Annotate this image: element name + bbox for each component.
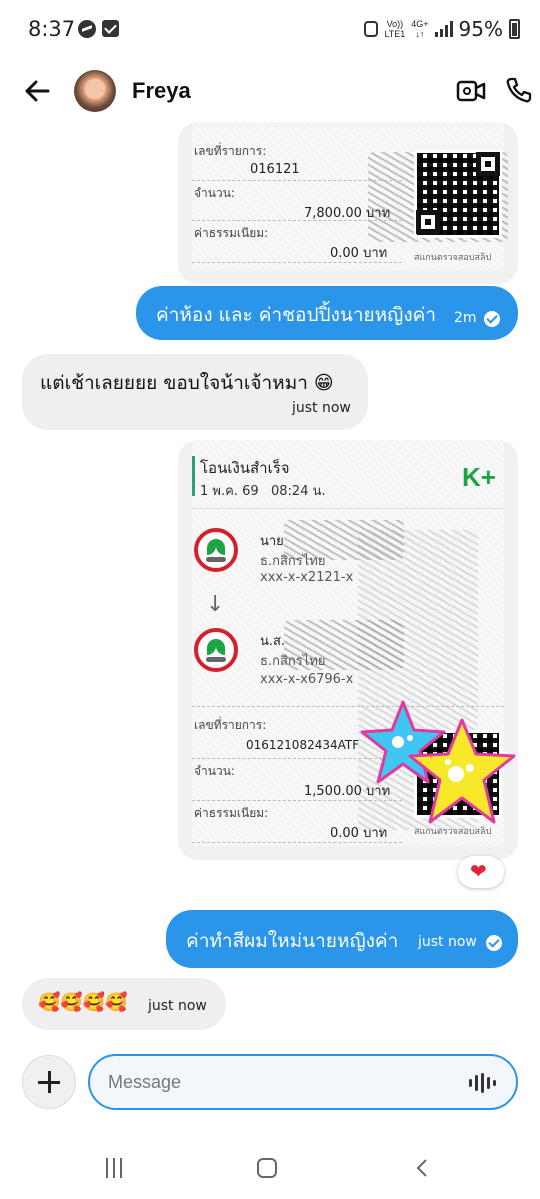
slip-fee-value: 0.00 บาท	[330, 826, 388, 841]
slip-fee-label: ค่าธรรมเนียม:	[194, 226, 269, 240]
transfer-slip-image[interactable]: โอนเงินสำเร็จ 1 พ.ค. 69 08:24 น. K+ นาย …	[178, 440, 518, 860]
message-time: 2m	[454, 310, 477, 326]
message-time: just now	[148, 998, 207, 1014]
slip-fee-label: ค่าธรรมเนียม:	[194, 806, 269, 820]
receiver-prefix: น.ส.	[260, 634, 286, 649]
slip-divider	[192, 220, 402, 221]
signal-icon	[434, 21, 453, 37]
message-text: ค่าห้อง และ ค่าชอปปิ้งนายหญิงค่า	[156, 304, 437, 326]
voice-message-icon[interactable]	[469, 1073, 496, 1093]
nav-back-icon[interactable]	[412, 1158, 432, 1178]
status-bar: 8:37 Vo)) LTE1 4G+ ↓↑ 95%	[0, 0, 540, 58]
kbank-receiver-logo	[194, 628, 238, 672]
alarm-icon	[364, 21, 379, 37]
seen-check-icon	[484, 311, 500, 327]
video-call-icon[interactable]	[456, 78, 486, 104]
slip-ref-label: เลขที่รายการ:	[194, 718, 267, 732]
slip-amount-label: จำนวน:	[194, 764, 235, 778]
qr-caption: สแกนตรวจสอบสลิป	[414, 253, 492, 263]
kplus-logo: K+	[462, 462, 496, 492]
status-time: 8:37	[28, 17, 76, 41]
notification-icons	[78, 20, 119, 38]
qr-finder	[416, 210, 440, 234]
slip-divider	[192, 508, 504, 509]
seen-check-icon	[486, 935, 502, 951]
message-placeholder: Message	[108, 1072, 182, 1092]
redacted-name	[284, 620, 404, 670]
contact-name[interactable]: Freya	[132, 78, 191, 104]
slip-ref-value: 016121082434ATF	[246, 738, 360, 752]
slip-divider	[192, 262, 402, 263]
slip-divider	[192, 180, 402, 181]
sender-prefix: นาย	[260, 534, 284, 549]
message-input[interactable]: Message	[88, 1054, 518, 1110]
heart-icon: ❤	[470, 859, 487, 883]
incoming-message[interactable]: แต่เช้าเลยยยย ขอบใจน้าเจ้าหมา 😁 just now	[22, 354, 368, 430]
slip-ref-value: 016121	[250, 162, 300, 177]
slip-accent-bar	[192, 456, 195, 496]
message-text: 🥰🥰🥰🥰	[38, 992, 128, 1013]
slip-title: โอนเงินสำเร็จ	[200, 459, 290, 477]
outgoing-message[interactable]: ค่าทำสีผมใหม่นายหญิงค่า just now	[166, 910, 518, 968]
star-sticker-icon	[408, 718, 516, 824]
recent-apps-icon[interactable]	[106, 1158, 122, 1178]
checkbox-notification-icon	[102, 20, 119, 37]
heart-reaction[interactable]: ❤	[458, 856, 504, 888]
kbank-sender-logo	[194, 528, 238, 572]
system-nav-bar	[0, 1140, 540, 1199]
message-text: ค่าทำสีผมใหม่นายหญิงค่า	[186, 930, 399, 952]
add-attachment-button[interactable]	[22, 1055, 76, 1109]
battery-percent: 95%	[458, 17, 503, 41]
avatar[interactable]	[74, 70, 116, 112]
transfer-arrow-icon: ↓	[206, 592, 225, 617]
slip-divider	[192, 706, 504, 707]
chat-header: Freya	[0, 62, 540, 122]
slip-datetime: 1 พ.ค. 69 08:24 น.	[200, 484, 326, 499]
sender-account: xxx-x-x2121-x	[260, 570, 354, 585]
network-type-indicator: 4G+ ↓↑	[411, 19, 429, 39]
messenger-icon	[78, 20, 96, 38]
slip-fee-value: 0.00 บาท	[330, 246, 388, 261]
slip-ref-label: เลขที่รายการ:	[194, 144, 267, 158]
slip-amount-label: จำนวน:	[194, 186, 235, 200]
message-time: just now	[418, 934, 477, 950]
qr-finder	[476, 152, 500, 176]
phone-call-icon[interactable]	[505, 76, 533, 104]
slip-divider	[192, 800, 402, 801]
status-right: Vo)) LTE1 4G+ ↓↑ 95%	[364, 17, 520, 41]
incoming-message[interactable]: 🥰🥰🥰🥰 just now	[22, 978, 226, 1030]
message-text: แต่เช้าเลยยยย ขอบใจน้าเจ้าหมา 😁	[40, 372, 334, 394]
receiver-account: xxx-x-x6796-x	[260, 672, 354, 687]
outgoing-message[interactable]: ค่าห้อง และ ค่าชอปปิ้งนายหญิงค่า 2m	[136, 286, 518, 340]
back-arrow-icon[interactable]	[22, 76, 54, 106]
slip-divider	[192, 842, 402, 843]
battery-icon	[509, 19, 520, 39]
transfer-slip-image-top[interactable]: เลขที่รายการ: 016121 จำนวน: 7,800.00 บาท…	[178, 122, 518, 284]
home-icon[interactable]	[257, 1158, 277, 1178]
volte-indicator: Vo)) LTE1	[384, 19, 406, 39]
redacted-name	[284, 520, 404, 560]
message-time: just now	[292, 400, 351, 416]
